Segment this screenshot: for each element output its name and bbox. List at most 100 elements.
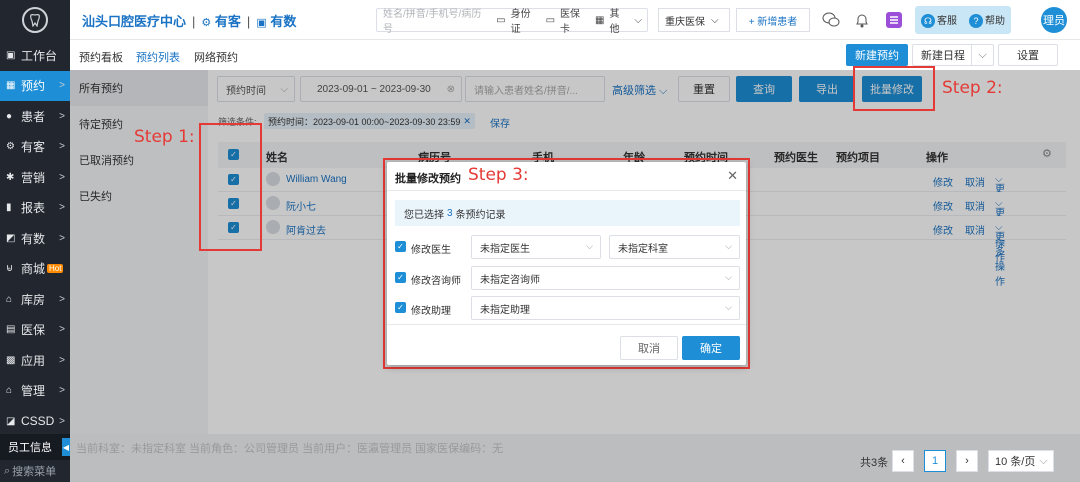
cssd-icon: ◪ xyxy=(6,415,16,427)
search-option-insurance[interactable]: 医保卡 xyxy=(560,5,590,35)
selected-count: 3 xyxy=(447,207,453,219)
sidebar-item-5[interactable]: ▮ 报表 > xyxy=(0,193,70,224)
menu-search[interactable]: ⌕ 搜索菜单 xyxy=(0,460,70,482)
sidebar-item-8[interactable]: ⌂ 库房 > xyxy=(0,284,70,315)
prev-page-button[interactable]: ‹ xyxy=(892,450,914,472)
chevron-right-icon: > xyxy=(59,385,65,397)
tab-board[interactable]: 预约看板 xyxy=(79,49,123,65)
sidebar-item-7[interactable]: ⊌ 商城 Hot xyxy=(0,254,70,285)
chevron-down-icon[interactable]: ⌵ xyxy=(971,45,993,65)
page-number[interactable]: 1 xyxy=(924,450,946,472)
sidebar-item-12[interactable]: ◪ CSSD > xyxy=(0,406,70,437)
selection-note: 您已选择 3 条预约记录 xyxy=(395,200,740,226)
insurance-icon: ▤ xyxy=(6,324,16,336)
wechat-icon[interactable] xyxy=(822,11,840,29)
monitor-icon: ▣ xyxy=(6,49,16,61)
settings-button[interactable]: 设置 xyxy=(998,44,1058,66)
page-size-value: 10 条/页 xyxy=(995,456,1036,468)
sidebar-item-label: 预约 xyxy=(21,79,46,94)
add-patient-button[interactable]: + 新增患者 xyxy=(736,8,810,32)
staff-info-label: 员工信息 xyxy=(8,442,52,454)
assistant-select[interactable]: 未指定助理 ⌵ xyxy=(471,296,740,320)
note-prefix: 您已选择 xyxy=(404,209,444,221)
sidebar-item-label: CSSD xyxy=(21,414,55,429)
patient-search-input[interactable]: 姓名/拼音/手机号/病历号 ▭ 身份证 ▭ 医保卡 ▦ 其他 ⌵ xyxy=(376,5,648,35)
close-icon[interactable]: ✕ xyxy=(727,168,738,184)
sidebar-item-10[interactable]: ▩ 应用 > xyxy=(0,345,70,376)
step1-label: Step 1: xyxy=(134,127,195,147)
chevron-right-icon: > xyxy=(59,324,65,336)
nav-youke[interactable]: 有客 xyxy=(215,14,241,29)
clinic-name[interactable]: 汕头口腔医疗中心 xyxy=(82,14,186,29)
sidebar-item-0[interactable]: ▣ 工作台 xyxy=(0,40,70,71)
question-icon: ? xyxy=(969,14,983,28)
sidebar-item-6[interactable]: ◩ 有数 > xyxy=(0,223,70,254)
sidebar: ▣ 工作台 ▦ 预约 > ● 患者 > ⚙ 有客 > ✱ 营销 > ▮ 报表 > ◩ 有数 > ⊌ 商城 Hot ⌂ 库房 > ▤ 医… xyxy=(0,0,70,482)
nav-youshu[interactable]: 有数 xyxy=(270,14,296,29)
help-button[interactable]: ? 帮助 xyxy=(969,12,1005,28)
chevron-right-icon: > xyxy=(59,171,65,183)
sidebar-item-2[interactable]: ● 患者 > xyxy=(0,101,70,132)
top-bar: 汕头口腔医疗中心 | ⚙ 有客 | ▣ 有数 姓名/拼音/手机号/病历号 ▭ 身份证 ▭ 医… xyxy=(70,0,1080,40)
tooth-logo-icon xyxy=(22,7,48,33)
new-appointment-button[interactable]: 新建预约 xyxy=(846,44,908,66)
department-select[interactable]: 未指定科室 ⌵ xyxy=(609,235,740,259)
chevron-down-icon: ⌵ xyxy=(711,14,719,26)
task-list-icon[interactable] xyxy=(885,11,903,29)
divider xyxy=(387,324,746,325)
gear-icon: ⚙ xyxy=(6,141,15,153)
service-button[interactable]: ☊ 客服 xyxy=(921,12,957,28)
doctor-select[interactable]: 未指定医生 ⌵ xyxy=(471,235,601,259)
assistant-select-value: 未指定助理 xyxy=(480,304,530,316)
chevron-right-icon: > xyxy=(59,110,65,122)
headset-icon: ☊ xyxy=(921,14,935,28)
edit-consultant-label: 修改咨询师 xyxy=(411,276,461,287)
bell-icon[interactable] xyxy=(853,11,871,29)
page-size-select[interactable]: 10 条/页 ⌵ xyxy=(988,450,1054,472)
youke-icon: ⚙ xyxy=(201,17,212,29)
collapse-toggle-icon[interactable]: ◀ xyxy=(62,438,70,456)
user-icon: ● xyxy=(6,110,13,122)
sidebar-item-label: 营销 xyxy=(21,170,46,185)
confirm-button[interactable]: 确定 xyxy=(682,336,740,360)
chevron-right-icon: > xyxy=(59,202,65,214)
tab-online[interactable]: 网络预约 xyxy=(194,49,238,65)
tab-list[interactable]: 预约列表 xyxy=(136,49,180,72)
edit-doctor-checkbox[interactable]: ✓ xyxy=(395,241,406,252)
city-select[interactable]: 重庆医保 ⌵ xyxy=(658,8,730,32)
warehouse-icon: ⌂ xyxy=(6,293,13,305)
cancel-button[interactable]: 取消 xyxy=(620,336,678,360)
brand: 汕头口腔医疗中心 | ⚙ 有客 | ▣ 有数 xyxy=(82,14,297,29)
search-option-other[interactable]: 其他 xyxy=(609,5,629,35)
sidebar-item-label: 医保 xyxy=(21,323,46,338)
sidebar-item-1[interactable]: ▦ 预约 > xyxy=(0,70,70,101)
sidebar-item-4[interactable]: ✱ 营销 > xyxy=(0,162,70,193)
sidebar-item-11[interactable]: ⌂ 管理 > xyxy=(0,376,70,407)
next-page-button[interactable]: › xyxy=(956,450,978,472)
chevron-right-icon: > xyxy=(59,354,65,366)
edit-consultant-checkbox[interactable]: ✓ xyxy=(395,272,406,283)
hot-badge: Hot xyxy=(47,264,64,274)
app-logo[interactable] xyxy=(0,0,70,40)
chevron-down-icon: ⌵ xyxy=(586,241,593,251)
search-option-idcard[interactable]: 身份证 xyxy=(511,5,541,35)
menu-search-label: 搜索菜单 xyxy=(12,466,57,478)
staff-info[interactable]: 员工信息 ◀ xyxy=(0,434,70,460)
avatar[interactable]: 理员 xyxy=(1041,7,1067,33)
divider xyxy=(387,190,746,191)
step2-label: Step 2: xyxy=(942,78,1003,98)
edit-assistant-checkbox[interactable]: ✓ xyxy=(395,302,406,313)
consultant-select-value: 未指定咨询师 xyxy=(480,274,540,286)
sidebar-item-3[interactable]: ⚙ 有客 > xyxy=(0,132,70,163)
youshu-icon: ▣ xyxy=(256,17,267,29)
sparkle-icon: ✱ xyxy=(6,171,15,183)
new-schedule-button[interactable]: 新建日程 ⌵ xyxy=(912,44,994,66)
sidebar-item-9[interactable]: ▤ 医保 > xyxy=(0,315,70,346)
sidebar-item-label: 管理 xyxy=(21,384,46,399)
cart-icon: ⊌ xyxy=(6,263,14,275)
consultant-select[interactable]: 未指定咨询师 ⌵ xyxy=(471,266,740,290)
chart-box-icon: ◩ xyxy=(6,232,16,244)
edit-doctor-label: 修改医生 xyxy=(411,245,451,256)
modal-title: 批量修改预约 xyxy=(395,173,461,185)
status-info: 当前科室：未指定科室 当前角色：公司管理员 当前用户：医瀛管理员 国家医保编码：… xyxy=(76,443,504,455)
